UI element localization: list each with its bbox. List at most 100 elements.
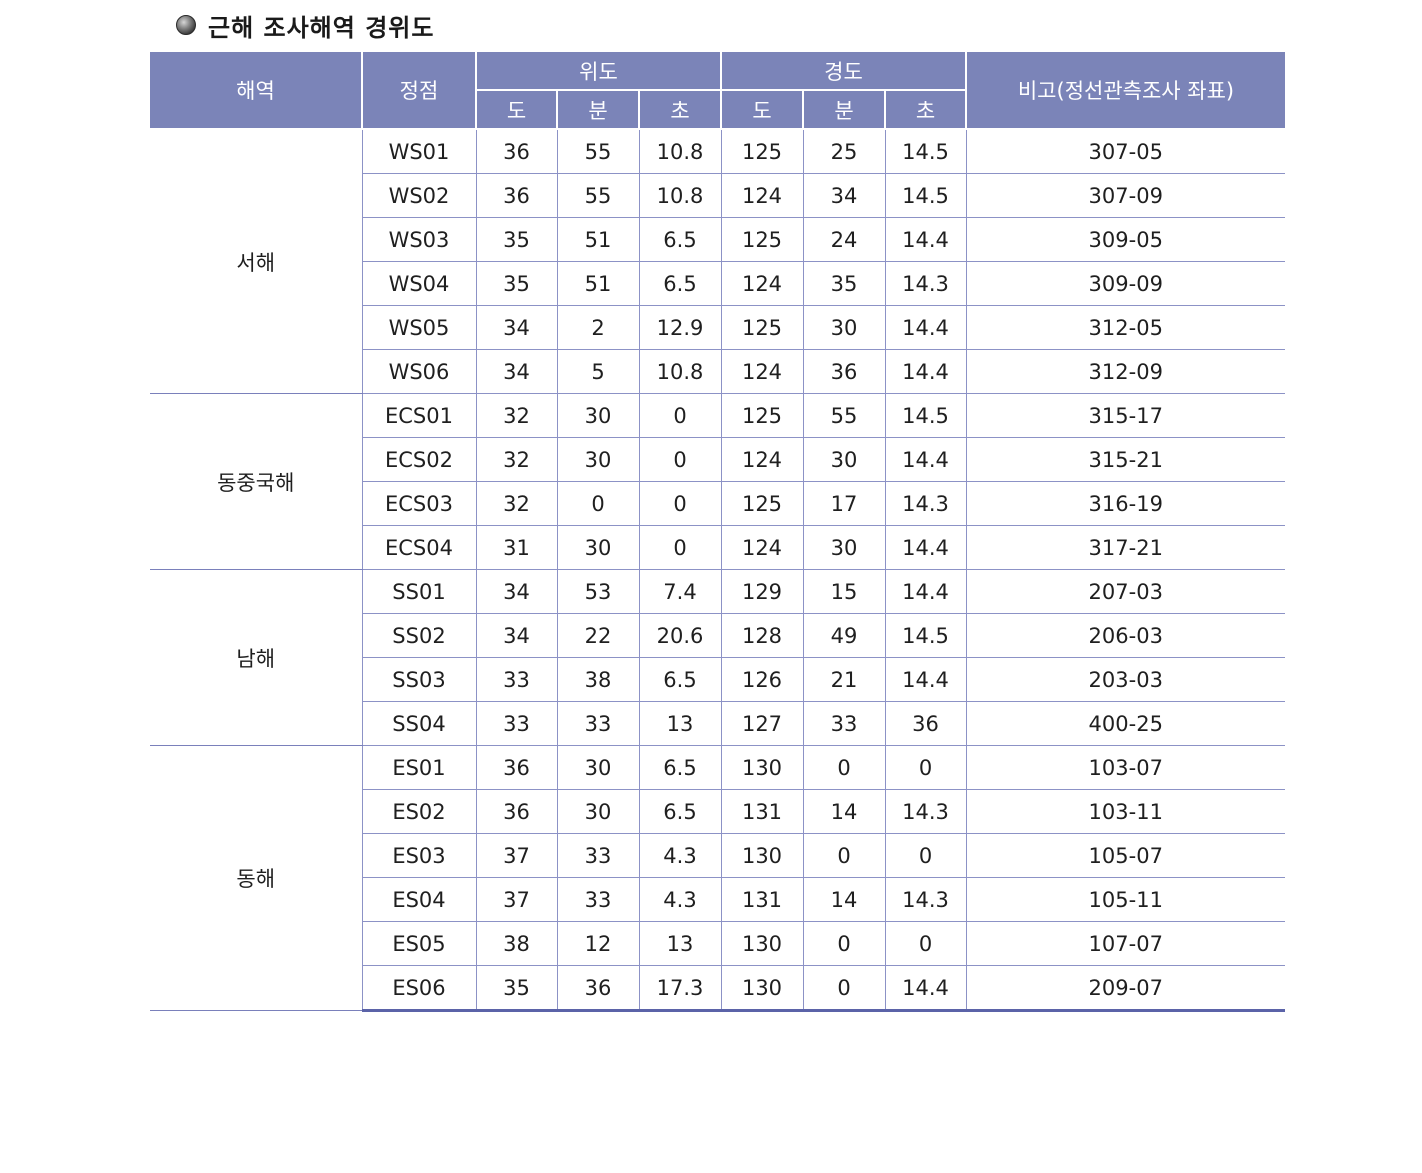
lat-deg-cell: 36 (475, 173, 558, 218)
lat-sec-cell: 13 (638, 921, 722, 966)
lon-sec-cell: 14.5 (884, 128, 967, 174)
lon-min-cell: 0 (802, 745, 886, 790)
lat-sec-cell: 0 (638, 525, 722, 570)
table-row: 동해 ES01 36 30 6.5 130 0 0 103-07 (150, 745, 1285, 1011)
lat-min-cell: 30 (556, 789, 640, 834)
note-cell: 107-07 (965, 921, 1285, 966)
station-cell: WS05 (361, 305, 477, 350)
table-row: 서해 WS01 36 55 10.8 125 25 14.5 307-05 (150, 128, 1285, 394)
lon-sec-cell: 14.4 (884, 965, 967, 1012)
lon-sec-cell: 0 (884, 745, 967, 790)
lat-sec-cell: 6.5 (638, 217, 722, 262)
station-cell: ECS01 (361, 393, 477, 438)
station-cell: ES06 (361, 965, 477, 1012)
region-cell: 서해 (150, 128, 363, 394)
lon-deg-cell: 130 (720, 833, 804, 878)
lat-min-cell: 53 (556, 569, 640, 614)
lat-min-cell: 30 (556, 437, 640, 482)
lat-min-cell: 33 (556, 701, 640, 746)
lat-deg-cell: 34 (475, 349, 558, 394)
lat-min-cell: 55 (556, 173, 640, 218)
lat-sec-cell: 7.4 (638, 569, 722, 614)
header-longitude: 경도 (720, 52, 967, 91)
lon-min-cell: 49 (802, 613, 886, 658)
lat-deg-cell: 33 (475, 701, 558, 746)
lon-deg-cell: 130 (720, 921, 804, 966)
lon-min-cell: 55 (802, 393, 886, 438)
lat-deg-cell: 35 (475, 261, 558, 306)
lat-sec-cell: 10.8 (638, 349, 722, 394)
lat-sec-cell: 20.6 (638, 613, 722, 658)
header-region: 해역 (150, 52, 363, 130)
lon-min-cell: 30 (802, 305, 886, 350)
lon-min-cell: 0 (802, 921, 886, 966)
lat-deg-cell: 31 (475, 525, 558, 570)
lat-sec-cell: 6.5 (638, 261, 722, 306)
lon-sec-cell: 14.3 (884, 877, 967, 922)
station-cell: SS04 (361, 701, 477, 746)
lat-sec-cell: 0 (638, 437, 722, 482)
lon-sec-cell: 14.4 (884, 657, 967, 702)
station-cell: WS06 (361, 349, 477, 394)
lat-min-cell: 30 (556, 745, 640, 790)
lat-deg-cell: 37 (475, 833, 558, 878)
note-cell: 203-03 (965, 657, 1285, 702)
lat-min-cell: 5 (556, 349, 640, 394)
lon-deg-cell: 124 (720, 525, 804, 570)
lat-min-cell: 38 (556, 657, 640, 702)
lat-min-cell: 2 (556, 305, 640, 350)
header-lat-deg: 도 (475, 90, 558, 130)
lon-sec-cell: 14.3 (884, 789, 967, 834)
lon-deg-cell: 125 (720, 217, 804, 262)
lat-min-cell: 0 (556, 481, 640, 526)
header-lon-deg: 도 (720, 90, 804, 130)
note-cell: 315-21 (965, 437, 1285, 482)
lat-deg-cell: 36 (475, 745, 558, 790)
lon-deg-cell: 129 (720, 569, 804, 614)
lat-sec-cell: 10.8 (638, 128, 722, 174)
lon-sec-cell: 14.5 (884, 173, 967, 218)
lon-sec-cell: 14.4 (884, 569, 967, 614)
station-cell: WS01 (361, 128, 477, 174)
lat-sec-cell: 6.5 (638, 789, 722, 834)
lon-sec-cell: 14.5 (884, 393, 967, 438)
note-cell: 209-07 (965, 965, 1285, 1012)
note-cell: 400-25 (965, 701, 1285, 746)
lat-sec-cell: 12.9 (638, 305, 722, 350)
station-cell: ES04 (361, 877, 477, 922)
header-lat-sec: 초 (638, 90, 722, 130)
station-cell: ECS04 (361, 525, 477, 570)
station-cell: WS02 (361, 173, 477, 218)
lat-deg-cell: 36 (475, 128, 558, 174)
lon-min-cell: 0 (802, 833, 886, 878)
table-header: 해역 정점 위도 경도 비고(정선관측조사 좌표) 도 분 초 도 분 초 (150, 52, 1285, 130)
lat-min-cell: 55 (556, 128, 640, 174)
note-cell: 105-07 (965, 833, 1285, 878)
note-cell: 207-03 (965, 569, 1285, 614)
table-row: 동중국해 ECS01 32 30 0 125 55 14.5 315-17 (150, 393, 1285, 570)
note-cell: 317-21 (965, 525, 1285, 570)
lon-min-cell: 17 (802, 481, 886, 526)
lon-deg-cell: 124 (720, 261, 804, 306)
lon-min-cell: 14 (802, 789, 886, 834)
coordinates-table: 해역 정점 위도 경도 비고(정선관측조사 좌표) 도 분 초 도 분 초 서해… (150, 52, 1285, 1012)
note-cell: 307-09 (965, 173, 1285, 218)
lon-min-cell: 30 (802, 525, 886, 570)
lon-sec-cell: 0 (884, 921, 967, 966)
lon-deg-cell: 125 (720, 305, 804, 350)
lat-sec-cell: 4.3 (638, 833, 722, 878)
lon-sec-cell: 14.4 (884, 217, 967, 262)
lat-deg-cell: 38 (475, 921, 558, 966)
lon-deg-cell: 131 (720, 789, 804, 834)
lon-sec-cell: 0 (884, 833, 967, 878)
lat-min-cell: 30 (556, 393, 640, 438)
lon-min-cell: 21 (802, 657, 886, 702)
note-cell: 309-05 (965, 217, 1285, 262)
lon-min-cell: 24 (802, 217, 886, 262)
lat-min-cell: 51 (556, 261, 640, 306)
lon-min-cell: 15 (802, 569, 886, 614)
note-cell: 309-09 (965, 261, 1285, 306)
note-cell: 316-19 (965, 481, 1285, 526)
header-lat-min: 분 (556, 90, 640, 130)
lat-sec-cell: 17.3 (638, 965, 722, 1012)
